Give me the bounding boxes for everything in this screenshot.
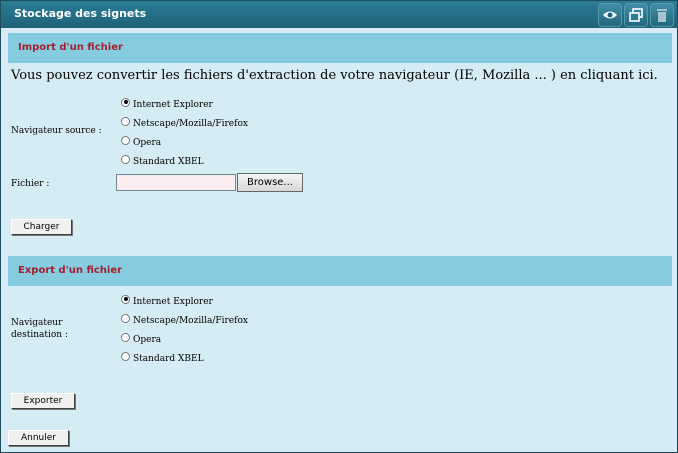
import-section-header: Import d'un fichier [8,33,672,63]
radio-button[interactable] [121,313,130,323]
load-button[interactable]: Charger [11,219,72,235]
radio-label: Standard XBEL [133,354,204,364]
radio-label: Netscape/Mozilla/Firefox [133,119,248,129]
export-option-netscape[interactable]: Netscape/Mozilla/Firefox [121,312,248,330]
radio-label: Internet Explorer [133,100,213,110]
radio-button[interactable] [121,154,130,164]
export-option-ie[interactable]: Internet Explorer [121,293,213,311]
radio-button[interactable] [121,135,130,145]
export-option-xbel[interactable]: Standard XBEL [121,350,204,368]
source-browser-label: Navigateur source : [11,126,102,136]
export-section-header: Export d'un fichier [8,256,672,286]
import-section-title: Import d'un fichier [18,42,123,53]
radio-button[interactable] [121,351,130,361]
restore-window-button[interactable] [624,3,648,27]
import-intro-text: Vous pouvez convertir les fichiers d'ext… [11,68,658,83]
window-titlebar: Stockage des signets [1,1,677,28]
destination-label-line1: Navigateur [11,318,63,328]
radio-button[interactable] [121,294,130,304]
restore-window-icon [629,8,643,22]
import-option-xbel[interactable]: Standard XBEL [121,153,204,171]
radio-label: Standard XBEL [133,157,204,167]
import-option-opera[interactable]: Opera [121,134,161,152]
import-option-ie[interactable]: Internet Explorer [121,96,213,114]
import-option-netscape[interactable]: Netscape/Mozilla/Firefox [121,115,248,133]
destination-label-line2: destination : [11,330,68,340]
radio-button[interactable] [121,116,130,126]
radio-label: Opera [133,335,162,345]
bookmark-storage-window: Stockage des signets Import d'un fichier… [0,0,678,453]
export-section-title: Export d'un fichier [18,265,123,276]
radio-label: Netscape/Mozilla/Firefox [133,316,248,326]
export-option-opera[interactable]: Opera [121,331,161,349]
radio-label: Internet Explorer [133,297,213,307]
eye-icon [603,11,617,19]
file-label: Fichier : [11,179,50,189]
radio-label: Opera [133,138,162,148]
trash-icon [657,8,667,22]
delete-button[interactable] [650,3,674,27]
window-title: Stockage des signets [14,7,147,20]
radio-button[interactable] [121,97,130,107]
cancel-button[interactable]: Annuler [8,430,69,446]
view-button[interactable] [598,3,622,27]
browse-button[interactable]: Browse... [237,173,303,192]
titlebar-icons [598,3,674,27]
file-path-input[interactable] [116,174,236,191]
export-button[interactable]: Exporter [11,393,75,409]
destination-browser-label: Navigateur destination : [11,317,68,341]
radio-button[interactable] [121,332,130,342]
